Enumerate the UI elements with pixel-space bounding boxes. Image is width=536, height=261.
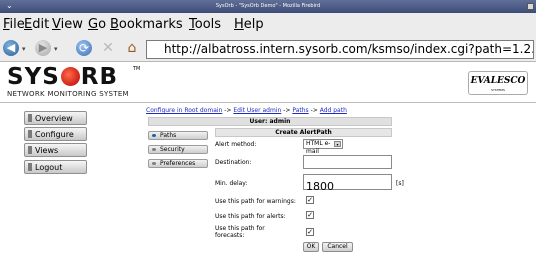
menu-bookmarks[interactable]: Bookmarks — [110, 17, 183, 32]
window-titlebar[interactable]: ⌄ SysOrb - "SysOrb Demo" - Mozilla Fireb… — [0, 0, 536, 13]
sidebar-item-label: Views — [35, 146, 59, 155]
breadcrumb-link-paths[interactable]: Paths — [292, 107, 308, 114]
alerts-label: Use this path for alerts: — [215, 213, 286, 220]
home-icon[interactable]: ⌂ — [124, 40, 140, 56]
window-close-icon[interactable] — [527, 3, 534, 10]
alerts-checkbox[interactable]: ✓ — [306, 211, 314, 219]
ok-button[interactable]: OK — [303, 242, 319, 252]
tab-paths[interactable]: Paths — [148, 131, 208, 140]
alert-method-label: Alert method: — [215, 141, 257, 148]
sidebar-item-label: Configure — [35, 130, 74, 139]
evalesco-logo: EVALESCO SYSTEMS — [468, 71, 528, 95]
form-title: Create AlertPath — [215, 128, 392, 137]
url-text: http://albatross.intern.sysorb.com/ksmso… — [164, 42, 533, 56]
min-delay-field[interactable] — [304, 179, 391, 194]
menu-view[interactable]: View — [52, 17, 83, 32]
orb-icon — [60, 67, 80, 86]
min-delay-unit: [s] — [396, 180, 404, 187]
forward-history-dropdown-icon[interactable]: ▾ — [54, 45, 58, 53]
breadcrumb-separator: -> — [310, 107, 318, 114]
url-bar[interactable]: http://albatross.intern.sysorb.com/ksmso… — [146, 40, 534, 59]
sysorb-logo: SYS RB — [7, 63, 118, 91]
sidebar-item-label: Logout — [35, 163, 63, 172]
page-header: SYS RB TM NETWORK MONITORING SYSTEM EVALE… — [0, 63, 536, 103]
forecasts-checkbox[interactable]: ✓ — [306, 228, 314, 236]
chevron-down-icon[interactable]: ▾ — [334, 141, 341, 147]
forward-icon[interactable]: ▶ — [35, 40, 51, 56]
min-delay-field-wrap — [303, 174, 392, 194]
sidebar-item-overview[interactable]: Overview — [24, 111, 87, 125]
sidebar-item-logout[interactable]: Logout — [24, 160, 87, 174]
alert-method-value: HTML e-mail — [306, 140, 331, 155]
warnings-label: Use this path for warnings: — [215, 198, 296, 205]
logo-text-start: SYS — [7, 64, 60, 90]
menu-file[interactable]: File — [3, 17, 25, 32]
tab-label: Security — [160, 146, 185, 153]
breadcrumb-link-add-path[interactable]: Add path — [320, 107, 347, 114]
sidebar-item-views[interactable]: Views — [24, 143, 87, 157]
logo-text-end: RB — [80, 64, 119, 90]
reload-icon[interactable]: ⟳ — [76, 40, 92, 56]
partner-logo-name: EVALESCO — [470, 76, 526, 86]
back-icon[interactable]: ◀ — [3, 40, 19, 56]
breadcrumb-link-edit-user[interactable]: Edit User admin — [233, 107, 281, 114]
sidebar-knob-icon — [28, 163, 32, 171]
partner-logo-sub: SYSTEMS — [491, 88, 505, 92]
alert-method-select[interactable]: HTML e-mail ▾ — [303, 139, 343, 155]
destination-field-wrap — [303, 155, 392, 174]
user-header-bar: User: admin — [148, 117, 392, 126]
breadcrumb: Configure in Root domain -> Edit User ad… — [146, 107, 347, 114]
tab-label: Paths — [160, 132, 177, 139]
back-history-dropdown-icon[interactable]: ▾ — [22, 45, 26, 53]
navigation-toolbar: ◀ ▾ ▶ ▾ ⟳ ✕ ⌂ http://albatross.intern.sy… — [0, 36, 536, 62]
forecasts-label-line2: forecasts: — [215, 232, 245, 239]
tab-label: Preferences — [160, 160, 196, 167]
breadcrumb-separator: -> — [283, 107, 291, 114]
destination-field[interactable] — [304, 161, 391, 174]
sidebar-knob-icon — [28, 146, 32, 154]
sidebar-item-configure[interactable]: Configure — [24, 127, 87, 141]
sidebar-knob-icon — [28, 130, 32, 138]
destination-label: Destination: — [215, 159, 252, 166]
breadcrumb-link-configure[interactable]: Configure in Root domain — [146, 107, 222, 114]
breadcrumb-separator: -> — [224, 107, 232, 114]
cancel-button[interactable]: Cancel — [322, 242, 353, 252]
stop-icon[interactable]: ✕ — [100, 40, 116, 56]
logo-trademark: TM — [133, 66, 141, 72]
window-title: SysOrb - "SysOrb Demo" - Mozilla Firebir… — [215, 3, 321, 9]
forecasts-label-line1: Use this path for — [215, 225, 265, 232]
tab-bullet-icon — [152, 134, 156, 137]
menu-help[interactable]: Help — [234, 17, 264, 32]
sidebar-knob-icon — [28, 114, 32, 122]
tab-preferences[interactable]: Preferences — [148, 159, 208, 168]
warnings-checkbox[interactable]: ✓ — [306, 196, 314, 204]
sidebar-item-label: Overview — [35, 114, 73, 123]
menu-tools[interactable]: Tools — [189, 17, 221, 32]
min-delay-label: Min. delay: — [215, 180, 248, 187]
menu-go[interactable]: Go — [88, 17, 106, 32]
tab-bullet-icon — [152, 148, 156, 151]
menubar: File Edit View Go Bookmarks Tools Help — [0, 13, 536, 36]
tab-security[interactable]: Security — [148, 145, 208, 154]
logo-subtitle: NETWORK MONITORING SYSTEM — [7, 90, 129, 98]
tab-bullet-icon — [152, 162, 156, 165]
menu-edit[interactable]: Edit — [24, 17, 49, 32]
